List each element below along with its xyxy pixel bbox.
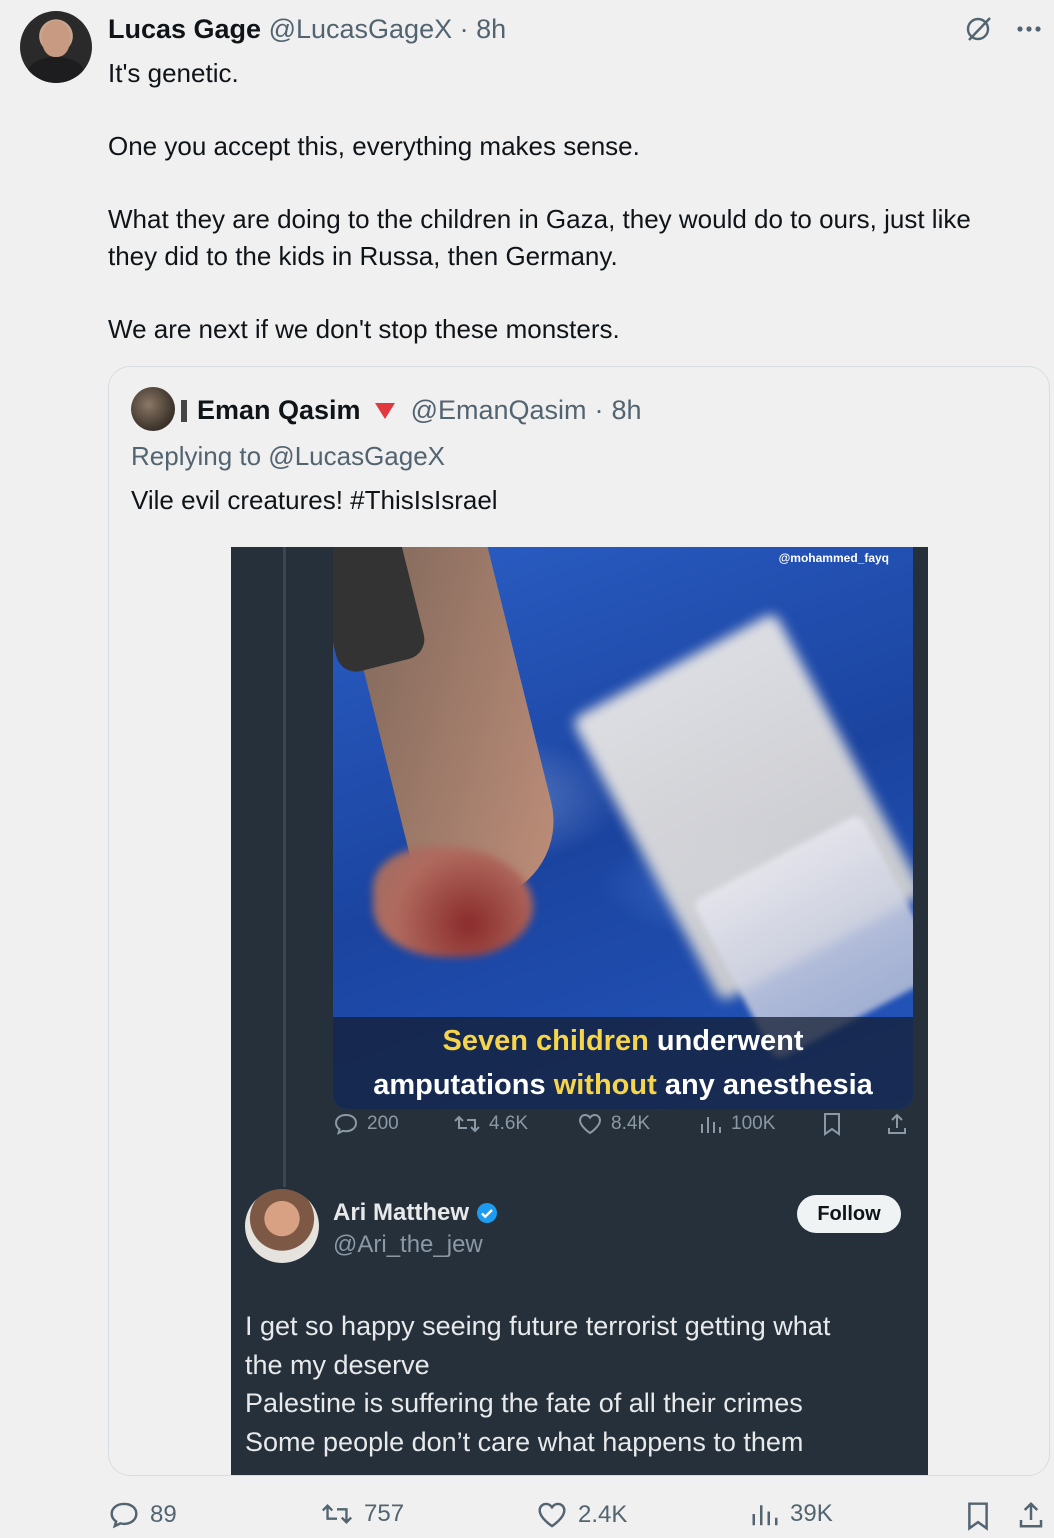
thread-line xyxy=(283,547,286,1187)
quoted-post[interactable]: Eman Qasim @EmanQasim · 8h Replying to @… xyxy=(108,366,1050,1476)
views-button[interactable]: 39K xyxy=(750,1500,833,1528)
reply-text: I get so happy seeing future terrorist g… xyxy=(245,1307,915,1462)
header-separator: · xyxy=(459,14,469,44)
bookmark-icon xyxy=(821,1111,843,1137)
heart-icon xyxy=(578,1113,602,1135)
share-icon xyxy=(1019,1501,1043,1528)
embedded-reply-stat: 200 xyxy=(333,1112,399,1136)
quote-author-display-name: Eman Qasim xyxy=(197,395,361,425)
more-icon[interactable] xyxy=(1016,25,1042,33)
post-line: What they are doing to the children in G… xyxy=(108,204,971,234)
post-action-bar: 89 757 2.4K 39K xyxy=(108,1500,1048,1536)
views-icon xyxy=(701,1117,721,1133)
replying-to: Replying to @LucasGageX xyxy=(131,441,446,471)
author-display-name[interactable]: Lucas Gage xyxy=(108,14,261,44)
quote-author-handle: @EmanQasim xyxy=(410,395,587,425)
share-button[interactable] xyxy=(1016,1500,1046,1530)
author-handle[interactable]: @LucasGageX xyxy=(269,14,453,44)
quote-header: Eman Qasim @EmanQasim · 8h xyxy=(181,395,642,426)
repost-count: 757 xyxy=(364,1500,405,1527)
bookmark-button[interactable] xyxy=(964,1500,992,1532)
post-text: It's genetic. One you accept this, every… xyxy=(108,55,1043,347)
repost-icon xyxy=(454,1115,480,1133)
quote-separator: · xyxy=(594,395,604,425)
reply-line: Some people don’t care what happens to t… xyxy=(245,1427,804,1458)
heart-icon xyxy=(538,1502,566,1528)
reply-author-display-name: Ari Matthew xyxy=(333,1199,470,1226)
reply-author-avatar xyxy=(245,1189,319,1263)
follow-button: Follow xyxy=(797,1195,901,1233)
reply-line: Palestine is suffering the fate of all t… xyxy=(245,1388,803,1419)
reply-icon xyxy=(334,1113,358,1135)
post-line: One you accept this, everything makes se… xyxy=(108,131,640,161)
post-line xyxy=(108,274,1043,311)
embedded-views-stat: 100K xyxy=(699,1113,775,1135)
post-header: Lucas Gage @LucasGageX · 8h xyxy=(108,14,506,45)
quote-author-avatar xyxy=(131,387,175,431)
post-line: We are next if we don't stop these monst… xyxy=(108,313,620,344)
post-top-icons xyxy=(964,14,1042,44)
repost-button[interactable]: 757 xyxy=(320,1500,404,1528)
like-count: 2.4K xyxy=(578,1501,628,1528)
embedded-repost-stat: 4.6K xyxy=(453,1113,528,1135)
author-avatar[interactable] xyxy=(20,11,92,83)
reply-line: the my deserve xyxy=(245,1349,430,1380)
reply-icon xyxy=(110,1502,138,1529)
views-count: 39K xyxy=(790,1500,833,1527)
embedded-photo: @mohammed_fayq Seven children underwent … xyxy=(333,547,913,1109)
bookmark-icon xyxy=(968,1502,988,1531)
reply-author-name-row: Ari Matthew xyxy=(333,1199,499,1227)
share-icon xyxy=(885,1112,909,1136)
embedded-screenshot[interactable]: @mohammed_fayq Seven children underwent … xyxy=(231,547,928,1475)
reply-count: 89 xyxy=(150,1501,177,1528)
flag-icon xyxy=(181,399,187,422)
reply-count: 200 xyxy=(367,1113,399,1134)
quote-time: 8h xyxy=(611,395,642,425)
reply-line: I get so happy seeing future terrorist g… xyxy=(245,1311,831,1341)
post-line xyxy=(108,92,1043,129)
repost-count: 4.6K xyxy=(489,1113,529,1134)
views-count: 100K xyxy=(731,1113,776,1134)
red-triangle-icon xyxy=(374,402,395,419)
post-line xyxy=(108,165,1043,202)
photo-caption: Seven children underwent amputations wit… xyxy=(333,1017,913,1109)
caption-highlight: Seven children xyxy=(442,1025,649,1057)
caption-text: any anesthesia xyxy=(656,1069,873,1101)
quote-text: Vile evil creatures! #ThisIsIsrael xyxy=(131,485,498,515)
caption-text: amputations xyxy=(373,1069,554,1101)
caption-highlight: without xyxy=(553,1069,657,1101)
post-time[interactable]: 8h xyxy=(476,14,506,44)
verified-badge-icon xyxy=(477,1203,498,1223)
embedded-like-stat: 8.4K xyxy=(577,1112,650,1136)
like-count: 8.4K xyxy=(611,1113,651,1134)
post-line: they did to the kids in Russa, then Germ… xyxy=(108,240,618,271)
reply-author-handle: @Ari_the_jew xyxy=(333,1231,483,1258)
grok-icon[interactable] xyxy=(964,14,994,44)
reply-button[interactable]: 89 xyxy=(108,1500,177,1530)
photo-watermark: @mohammed_fayq xyxy=(778,551,889,565)
caption-text: underwent xyxy=(648,1025,804,1057)
views-icon xyxy=(752,1505,778,1526)
repost-icon xyxy=(321,1504,353,1524)
post-line: It's genetic. xyxy=(108,58,239,88)
like-button[interactable]: 2.4K xyxy=(536,1500,627,1530)
